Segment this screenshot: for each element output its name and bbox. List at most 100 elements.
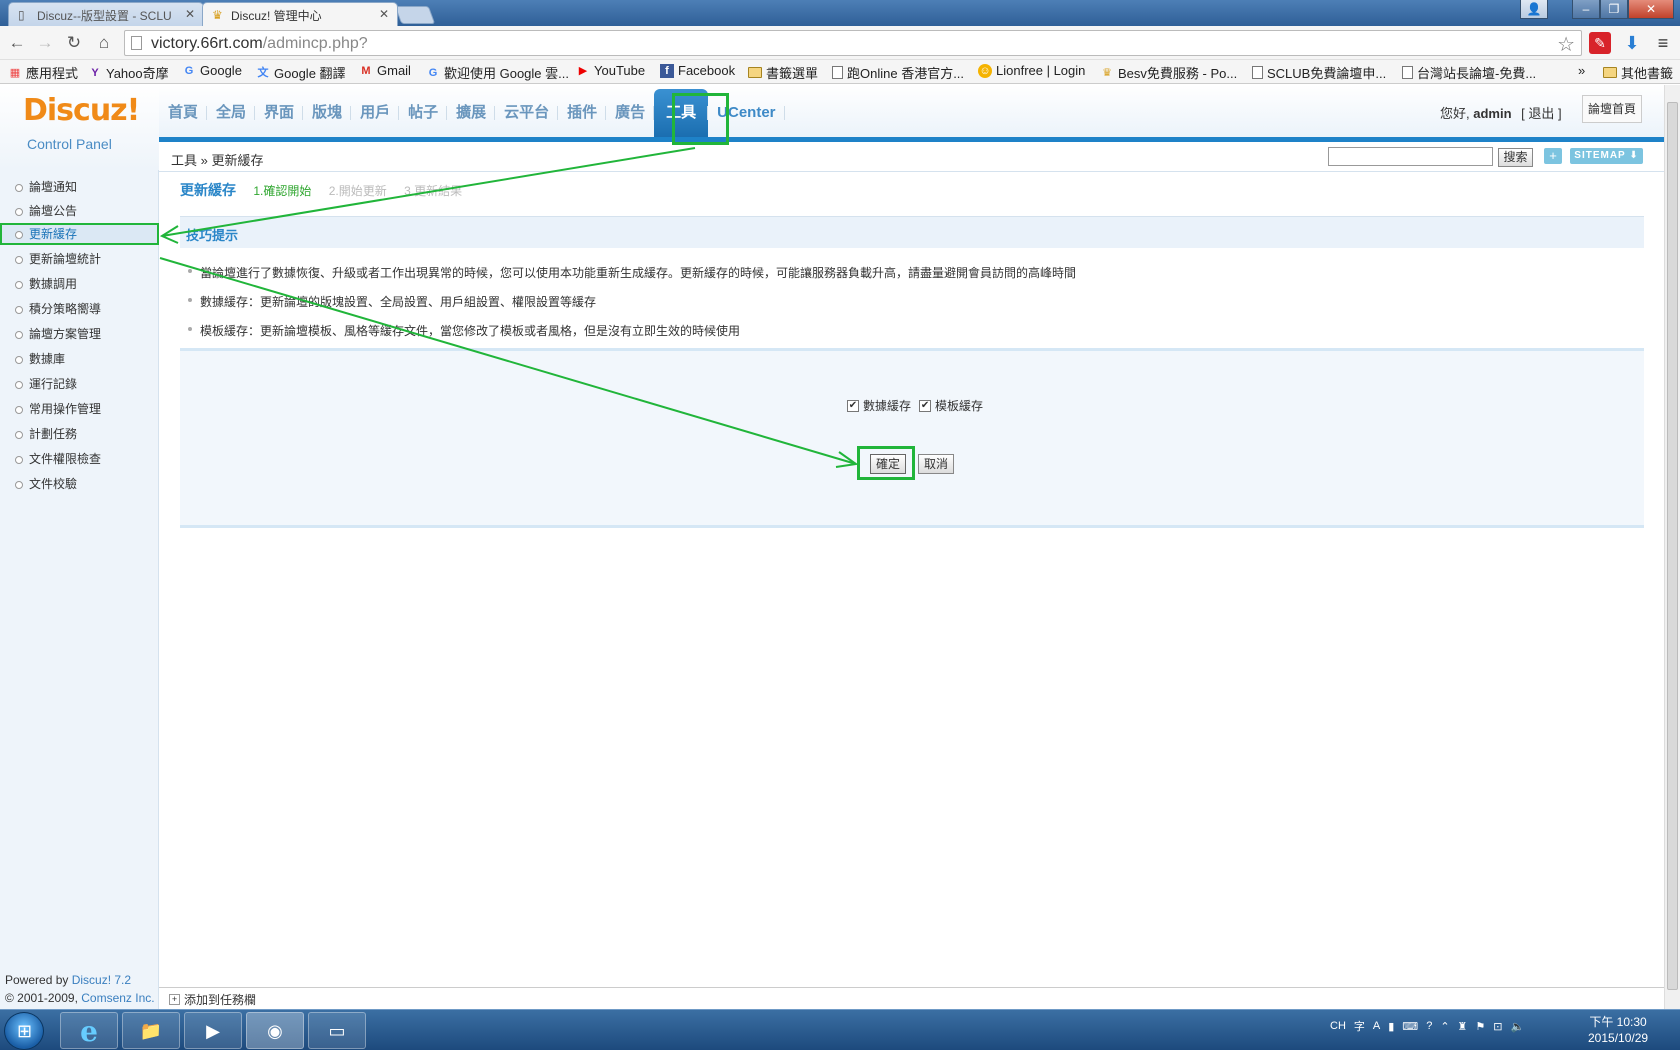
menu-icon[interactable]: ≡ bbox=[1652, 32, 1674, 54]
bookmark-yahoo[interactable]: Y Yahoo奇摩 bbox=[88, 63, 168, 82]
sidebar-item-file-perms[interactable]: 文件權限檢查 bbox=[0, 448, 159, 470]
ime-mode-icon[interactable]: ▮ bbox=[1388, 1020, 1394, 1033]
menu-ads[interactable]: 廣告 bbox=[606, 89, 655, 137]
search-button[interactable]: 搜索 bbox=[1498, 148, 1533, 167]
maximize-button[interactable]: ❐ bbox=[1600, 0, 1628, 19]
extension-icon[interactable]: ✎ bbox=[1589, 32, 1611, 54]
menu-users[interactable]: 用戶 bbox=[351, 89, 400, 137]
ime-icon[interactable]: 字 bbox=[1354, 1018, 1365, 1034]
bookmark-star-icon[interactable]: ☆ bbox=[1557, 32, 1575, 57]
browser-tab-active[interactable]: ♛ Discuz! 管理中心 ✕ bbox=[202, 2, 398, 26]
sidebar-item-notice[interactable]: 論壇通知 bbox=[0, 176, 159, 198]
download-icon[interactable]: ⬇ bbox=[1621, 32, 1643, 54]
add-shortcut-button[interactable]: + bbox=[1544, 148, 1562, 164]
keyboard-icon[interactable]: ⌨ bbox=[1402, 1020, 1418, 1033]
window-close-button[interactable]: ✕ bbox=[1628, 0, 1674, 19]
search-input[interactable] bbox=[1328, 147, 1493, 166]
sidebar-item-cron[interactable]: 計劃任務 bbox=[0, 423, 159, 445]
sidebar-item-scheme[interactable]: 論壇方案管理 bbox=[0, 323, 159, 345]
home-icon[interactable]: ⌂ bbox=[93, 32, 115, 54]
reload-icon[interactable]: ↻ bbox=[63, 32, 85, 54]
sitemap-button[interactable]: SITEMAP ⬇ bbox=[1570, 148, 1643, 164]
bookmark-besv[interactable]: ♛ Besv免費服務 - Po... bbox=[1100, 63, 1237, 82]
sidebar-item-data-call[interactable]: 數據調用 bbox=[0, 273, 159, 295]
template-cache-label[interactable]: 模板緩存 bbox=[935, 397, 983, 414]
breadcrumb: 工具 » 更新緩存 bbox=[171, 153, 264, 168]
menu-cloud[interactable]: 云平台 bbox=[495, 89, 559, 137]
back-icon[interactable]: ← bbox=[6, 32, 28, 54]
menu-forums[interactable]: 版塊 bbox=[303, 89, 352, 137]
data-cache-checkbox[interactable]: ✔ bbox=[847, 399, 859, 412]
bookmark-sclub[interactable]: SCLUB免費論壇申... bbox=[1252, 63, 1386, 82]
clock[interactable]: 下午 10:30 2015/10/29 bbox=[1588, 1014, 1648, 1046]
language-indicator[interactable]: CH bbox=[1330, 1020, 1346, 1032]
media-player-icon[interactable]: ▶ bbox=[184, 1012, 242, 1049]
profile-icon[interactable]: 👤 bbox=[1520, 0, 1548, 19]
data-cache-label[interactable]: 數據緩存 bbox=[863, 397, 911, 414]
logout-link[interactable]: [ 退出 ] bbox=[1521, 106, 1561, 121]
browser-tab[interactable]: ▯ Discuz--版型設置 - SCLU ✕ bbox=[8, 2, 204, 26]
forum-home-button[interactable]: 論壇首頁 bbox=[1582, 95, 1642, 123]
google-icon: G bbox=[184, 64, 194, 77]
tray-expand-icon[interactable]: ⌃ bbox=[1440, 1020, 1449, 1033]
chrome-icon[interactable]: ◉ bbox=[246, 1012, 304, 1049]
page-icon: ▯ bbox=[18, 8, 25, 22]
menu-posts[interactable]: 帖子 bbox=[399, 89, 448, 137]
menu-global[interactable]: 全局 bbox=[207, 89, 256, 137]
network-icon[interactable]: ⊡ bbox=[1493, 1020, 1502, 1033]
bookmark-youtube[interactable]: ▶ YouTube bbox=[576, 63, 645, 78]
template-cache-checkbox[interactable]: ✔ bbox=[919, 399, 932, 412]
bookmark-google-cloud[interactable]: G 歡迎使用 Google 雲... bbox=[426, 63, 569, 82]
bookmark-page[interactable]: 跑Online 香港官方... bbox=[832, 63, 964, 82]
minimize-button[interactable]: – bbox=[1572, 0, 1600, 19]
breadcrumb-bar: 工具 » 更新緩存 搜索 + SITEMAP ⬇ bbox=[159, 142, 1664, 172]
menu-home[interactable]: 首頁 bbox=[159, 89, 208, 137]
discuz-logo[interactable]: Discuz! Control Panel bbox=[0, 85, 159, 170]
comsenz-link[interactable]: Comsenz Inc. bbox=[81, 991, 154, 1005]
flag-icon[interactable]: ⚑ bbox=[1475, 1020, 1485, 1033]
vertical-scrollbar[interactable] bbox=[1664, 85, 1680, 1009]
sidebar-item-credit-wizard[interactable]: 積分策略嚮導 bbox=[0, 298, 159, 320]
ie-icon[interactable]: e bbox=[60, 1012, 118, 1049]
menu-plugins[interactable]: 插件 bbox=[558, 89, 607, 137]
bookmark-facebook[interactable]: f Facebook bbox=[660, 63, 735, 78]
cancel-button[interactable]: 取消 bbox=[918, 454, 954, 474]
menu-interface[interactable]: 界面 bbox=[255, 89, 304, 137]
sidebar-item-update-cache[interactable]: 更新緩存 bbox=[0, 223, 159, 245]
address-bar[interactable]: victory.66rt.com/admincp.php? ☆ bbox=[124, 30, 1582, 56]
explorer-icon[interactable]: 📁 bbox=[122, 1012, 180, 1049]
close-icon[interactable]: ✕ bbox=[379, 7, 389, 21]
bookmark-folder[interactable]: 書籤選單 bbox=[748, 63, 818, 82]
sidebar-item-announcement[interactable]: 論壇公告 bbox=[0, 200, 159, 222]
forward-icon[interactable]: → bbox=[34, 32, 56, 54]
volume-icon[interactable]: 🔈 bbox=[1511, 1020, 1525, 1033]
close-icon[interactable]: ✕ bbox=[185, 7, 195, 21]
bookmark-other[interactable]: 其他書籤 bbox=[1603, 63, 1673, 82]
confirm-button[interactable]: 確定 bbox=[870, 454, 906, 474]
apps-grid-icon: ▦ bbox=[9, 66, 21, 79]
add-to-taskbar[interactable]: + 添加到任務欄 bbox=[169, 991, 256, 1008]
font-icon[interactable]: A bbox=[1373, 1020, 1380, 1032]
bookmark-twforum[interactable]: 台灣站長論壇-免費... bbox=[1402, 63, 1536, 82]
sidebar-item-logs[interactable]: 運行記錄 bbox=[0, 373, 159, 395]
security-icon[interactable]: ♜ bbox=[1458, 1020, 1468, 1033]
powered-by: Powered by Discuz! 7.2 © 2001-2009, Coms… bbox=[5, 973, 155, 1005]
sidebar-item-common-ops[interactable]: 常用操作管理 bbox=[0, 398, 159, 420]
scrollbar-thumb[interactable] bbox=[1667, 102, 1678, 990]
bookmark-apps[interactable]: ▦ 應用程式 bbox=[8, 63, 78, 82]
start-button[interactable]: ⊞ bbox=[4, 1012, 44, 1050]
windows-taskbar: ⊞ e 📁 ▶ ◉ ▭ CH 字 A ▮ ⌨ ? ⌃ ♜ ⚑ ⊡ 🔈 下午 10… bbox=[0, 1009, 1680, 1050]
bookmark-translate[interactable]: 文 Google 翻譯 bbox=[256, 63, 346, 82]
discuz-link[interactable]: Discuz! 7.2 bbox=[72, 973, 131, 987]
help-icon[interactable]: ? bbox=[1426, 1020, 1432, 1032]
bookmarks-overflow[interactable]: » bbox=[1578, 63, 1585, 78]
bookmark-lionfree[interactable]: ☺ Lionfree | Login bbox=[978, 63, 1085, 78]
image-viewer-icon[interactable]: ▭ bbox=[308, 1012, 366, 1049]
bookmark-gmail[interactable]: M Gmail bbox=[359, 63, 411, 78]
bookmark-google[interactable]: G Google bbox=[182, 63, 242, 78]
sidebar-item-update-stats[interactable]: 更新論壇統計 bbox=[0, 248, 159, 270]
sidebar-item-file-verify[interactable]: 文件校驗 bbox=[0, 473, 159, 495]
menu-extensions[interactable]: 擴展 bbox=[447, 89, 496, 137]
new-tab-button[interactable] bbox=[394, 6, 436, 24]
sidebar-item-database[interactable]: 數據庫 bbox=[0, 348, 159, 370]
